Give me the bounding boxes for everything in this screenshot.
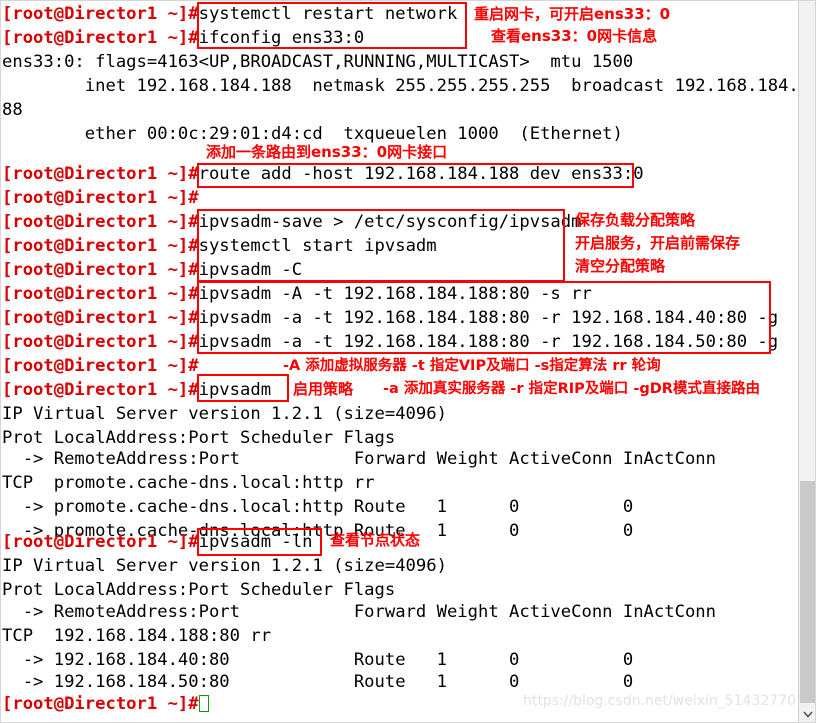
output-text: ens33:0: flags=4163<UP,BROADCAST,RUNNING… — [2, 52, 634, 72]
anno-enable-policy: 启用策略 — [293, 380, 354, 398]
output-text: TCP 192.168.184.188:80 rr — [2, 626, 272, 646]
terminal-cursor — [198, 695, 209, 712]
command-text: route add -host 192.168.184.188 dev ens3… — [198, 164, 644, 184]
vertical-scrollbar[interactable] — [798, 0, 816, 723]
terminal-command-line: [root@Director1 ~]#route add -host 192.1… — [2, 162, 644, 186]
output-text: -> 192.168.184.50:80 Route 1 0 0 — [2, 672, 634, 692]
anno-start-service: 开启服务，开启前需保存 — [575, 234, 741, 252]
shell-prompt: [root@Director1 ~]# — [2, 4, 199, 24]
shell-prompt: [root@Director1 ~]# — [2, 532, 199, 552]
terminal-command-line: [root@Director1 ~]#ipvsadm -C — [2, 258, 302, 282]
output-text: inet 192.168.184.188 netmask 255.255.255… — [2, 76, 810, 96]
anno-restart-network: 重启网卡，可开启ens33：0 — [474, 5, 671, 23]
terminal-output-line: IP Virtual Server version 1.2.1 (size=40… — [2, 402, 447, 426]
terminal-output-line: -> 192.168.184.50:80 Route 1 0 0 — [2, 670, 634, 694]
anno-clear-policy: 清空分配策略 — [575, 257, 666, 275]
shell-prompt: [root@Director1 ~]# — [2, 164, 199, 184]
terminal-command-line: [root@Director1 ~]#ifconfig ens33:0 — [2, 26, 364, 50]
shell-prompt: [root@Director1 ~]# — [2, 260, 199, 280]
output-text: -> RemoteAddress:Port Forward Weight Act… — [2, 602, 716, 622]
terminal-command-line: [root@Director1 ~]#ipvsadm -a -t 192.168… — [2, 330, 778, 354]
anno-save-policy: 保存负载分配策略 — [575, 211, 696, 229]
shell-prompt: [root@Director1 ~]# — [2, 236, 199, 256]
command-text: ipvsadm -C — [198, 260, 303, 280]
output-text: 88 — [2, 100, 23, 120]
anno-view-ens33: 查看ens33：0网卡信息 — [491, 27, 658, 45]
anno-view-node-status: 查看节点状态 — [330, 531, 421, 549]
command-text: ipvsadm -a -t 192.168.184.188:80 -r 192.… — [198, 308, 779, 328]
terminal-command-line: [root@Director1 ~]#ipvsadm -A -t 192.168… — [2, 282, 592, 306]
terminal-command-line: [root@Director1 ~]# — [2, 354, 199, 378]
shell-prompt: [root@Director1 ~]# — [2, 694, 199, 714]
terminal-command-line: [root@Director1 ~]#ipvsadm -ln — [2, 530, 312, 554]
output-text: -> 192.168.184.40:80 Route 1 0 0 — [2, 650, 634, 670]
terminal-output-line: -> 192.168.184.40:80 Route 1 0 0 — [2, 648, 634, 672]
terminal-output-line: 88 — [2, 98, 23, 122]
terminal-command-line: [root@Director1 ~]#ipvsadm -a -t 192.168… — [2, 306, 778, 330]
command-text: ipvsadm -A -t 192.168.184.188:80 -s rr — [198, 284, 592, 304]
command-text: systemctl start ipvsadm — [198, 236, 437, 256]
command-text: ifconfig ens33:0 — [198, 28, 365, 48]
shell-prompt: [root@Director1 ~]# — [2, 380, 199, 400]
terminal-output-line: IP Virtual Server version 1.2.1 (size=40… — [2, 554, 447, 578]
terminal-command-line: [root@Director1 ~]# — [2, 186, 199, 210]
terminal-command-line: [root@Director1 ~]#ipvsadm — [2, 378, 271, 402]
terminal-output-line: -> RemoteAddress:Port Forward Weight Act… — [2, 600, 716, 624]
anno-opt-A-explain: -A 添加虚拟服务器 -t 指定VIP及端口 -s指定算法 rr 轮询 — [283, 358, 661, 374]
command-text: ipvsadm -a -t 192.168.184.188:80 -r 192.… — [198, 332, 779, 352]
command-text: ipvsadm -ln — [198, 532, 313, 552]
output-text: -> promote.cache-dns.local:http Route 1 … — [2, 497, 634, 517]
terminal-output-line: Prot LocalAddress:Port Scheduler Flags — [2, 578, 395, 602]
output-text: Prot LocalAddress:Port Scheduler Flags — [2, 580, 396, 600]
watermark-text: https://blog.csdn.net/weixin_51432770 — [522, 693, 796, 709]
terminal-command-line: [root@Director1 ~]#systemctl start ipvsa… — [2, 234, 437, 258]
terminal-command-line: [root@Director1 ~]# — [2, 692, 209, 716]
output-text: Prot LocalAddress:Port Scheduler Flags — [2, 428, 396, 448]
shell-prompt: [root@Director1 ~]# — [2, 28, 199, 48]
output-text: ether 00:0c:29:01:d4:cd txqueuelen 1000 … — [2, 124, 623, 144]
shell-prompt: [root@Director1 ~]# — [2, 284, 199, 304]
terminal-output-line: -> promote.cache-dns.local:http Route 1 … — [2, 495, 634, 519]
scrollbar-thumb[interactable] — [800, 481, 816, 703]
anno-add-route: 添加一条路由到ens33：0网卡接口 — [206, 143, 448, 161]
scroll-down-arrow-icon[interactable] — [799, 705, 816, 723]
command-text: systemctl restart network — [198, 4, 458, 24]
command-text: ipvsadm — [198, 380, 272, 400]
terminal-command-line: [root@Director1 ~]#systemctl restart net… — [2, 2, 457, 26]
output-text: IP Virtual Server version 1.2.1 (size=40… — [2, 404, 447, 424]
shell-prompt: [root@Director1 ~]# — [2, 356, 199, 376]
terminal-output-line: TCP promote.cache-dns.local:http rr — [2, 471, 375, 495]
terminal-output-line: -> RemoteAddress:Port Forward Weight Act… — [2, 447, 716, 471]
command-text: ipvsadm-save > /etc/sysconfig/ipvsadm — [198, 212, 582, 232]
output-text: TCP promote.cache-dns.local:http rr — [2, 473, 375, 493]
shell-prompt: [root@Director1 ~]# — [2, 212, 199, 232]
terminal-command-line: [root@Director1 ~]#ipvsadm-save > /etc/s… — [2, 210, 581, 234]
anno-opt-a-explain: -a 添加真实服务器 -r 指定RIP及端口 -gDR模式直接路由 — [383, 381, 760, 397]
output-text: IP Virtual Server version 1.2.1 (size=40… — [2, 556, 447, 576]
terminal-output-line: ens33:0: flags=4163<UP,BROADCAST,RUNNING… — [2, 50, 633, 74]
output-text: -> RemoteAddress:Port Forward Weight Act… — [2, 449, 716, 469]
shell-prompt: [root@Director1 ~]# — [2, 308, 199, 328]
shell-prompt: [root@Director1 ~]# — [2, 188, 199, 208]
terminal-output-line: inet 192.168.184.188 netmask 255.255.255… — [2, 74, 809, 98]
terminal-output-line: TCP 192.168.184.188:80 rr — [2, 624, 271, 648]
shell-prompt: [root@Director1 ~]# — [2, 332, 199, 352]
